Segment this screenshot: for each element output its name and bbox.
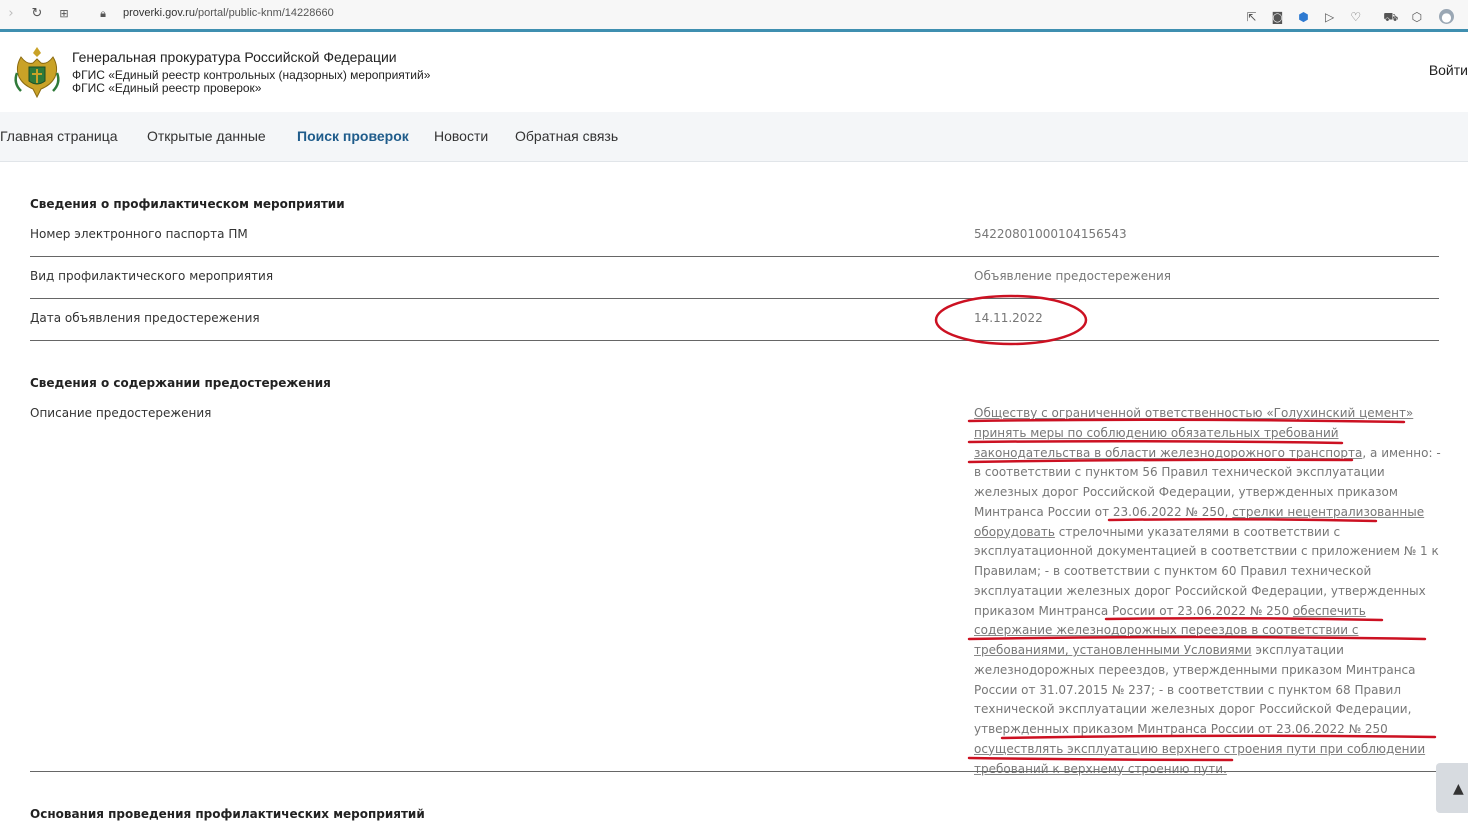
- nav-item-search-checks[interactable]: Поиск проверок: [297, 128, 409, 144]
- divider: [30, 340, 1439, 341]
- share-icon[interactable]: ⇱: [1243, 9, 1259, 25]
- warning-description-text: Обществу с ограниченной ответственностью…: [974, 404, 1444, 779]
- cart-icon[interactable]: ⛟: [1383, 9, 1399, 25]
- site-header: Генеральная прокуратура Российской Федер…: [0, 32, 1468, 112]
- send-icon[interactable]: ▷: [1322, 9, 1338, 25]
- main-nav: Главная страница Открытые данные Поиск п…: [0, 112, 1468, 162]
- divider: [30, 771, 1439, 772]
- url-host: proverki.gov.ru: [123, 7, 195, 19]
- heart-icon[interactable]: ♡: [1348, 9, 1364, 25]
- browser-toolbar: › ↻ ⊞ 🔒︎ proverki.gov.ru/portal/public-k…: [0, 0, 1468, 32]
- screenshot-icon[interactable]: ◙: [1269, 9, 1285, 25]
- section-title-prevention-info: Сведения о профилактическом мероприятии: [30, 197, 345, 211]
- shield-icon[interactable]: ⬢: [1296, 9, 1312, 25]
- row-label-announcement-date: Дата объявления предостережения: [30, 311, 260, 325]
- description-highlight: принять меры по соблюдению обязательных …: [974, 425, 1339, 440]
- nav-item-feedback[interactable]: Обратная связь: [515, 128, 618, 144]
- divider: [30, 298, 1439, 299]
- nav-item-news[interactable]: Новости: [434, 128, 488, 144]
- login-link[interactable]: Войти: [1429, 62, 1468, 78]
- forward-icon[interactable]: ›: [3, 6, 19, 22]
- row-value-announcement-date: 14.11.2022: [974, 311, 1043, 325]
- chevron-up-icon: ▲: [1453, 781, 1464, 797]
- row-label-passport-number: Номер электронного паспорта ПМ: [30, 227, 248, 241]
- divider: [30, 256, 1439, 257]
- row-label-prevention-type: Вид профилактического мероприятия: [30, 269, 274, 283]
- package-icon[interactable]: ⬡: [1409, 9, 1425, 25]
- scroll-to-top-button[interactable]: ▲: [1436, 763, 1468, 813]
- row-value-passport-number: 54220801000104156543: [974, 227, 1127, 241]
- org-title: Генеральная прокуратура Российской Федер…: [72, 49, 397, 65]
- row-value-prevention-type: Объявление предостережения: [974, 269, 1172, 283]
- description-highlight: законодательства в области железнодорожн…: [974, 445, 1363, 460]
- url-path: /portal/public-knm/14228660: [194, 7, 334, 19]
- org-subtitle-registry-knm: ФГИС «Единый реестр контрольных (надзорн…: [72, 68, 431, 82]
- row-label-warning-description: Описание предостережения: [30, 406, 212, 420]
- address-bar[interactable]: proverki.gov.ru/portal/public-knm/142286…: [123, 7, 334, 19]
- prosecutor-emblem-icon: [14, 47, 60, 99]
- apps-grid-icon[interactable]: ⊞: [56, 6, 72, 22]
- nav-item-home[interactable]: Главная страница: [0, 128, 118, 144]
- section-title-grounds: Основания проведения профилактических ме…: [30, 807, 425, 821]
- reload-icon[interactable]: ↻: [29, 6, 45, 22]
- browser-extensions: ⇱ ◙ ⬢ ▷ ♡ ⛟ ⬡ ●: [1238, 6, 1454, 25]
- lock-icon: 🔒︎: [100, 7, 106, 20]
- description-highlight: Обществу с ограниченной ответственностью…: [974, 406, 1414, 420]
- avatar[interactable]: ●: [1439, 9, 1454, 24]
- nav-item-open-data[interactable]: Открытые данные: [147, 128, 266, 144]
- org-subtitle-registry-checks: ФГИС «Единый реестр проверок»: [72, 81, 262, 95]
- section-title-warning-content: Сведения о содержании предостережения: [30, 376, 331, 390]
